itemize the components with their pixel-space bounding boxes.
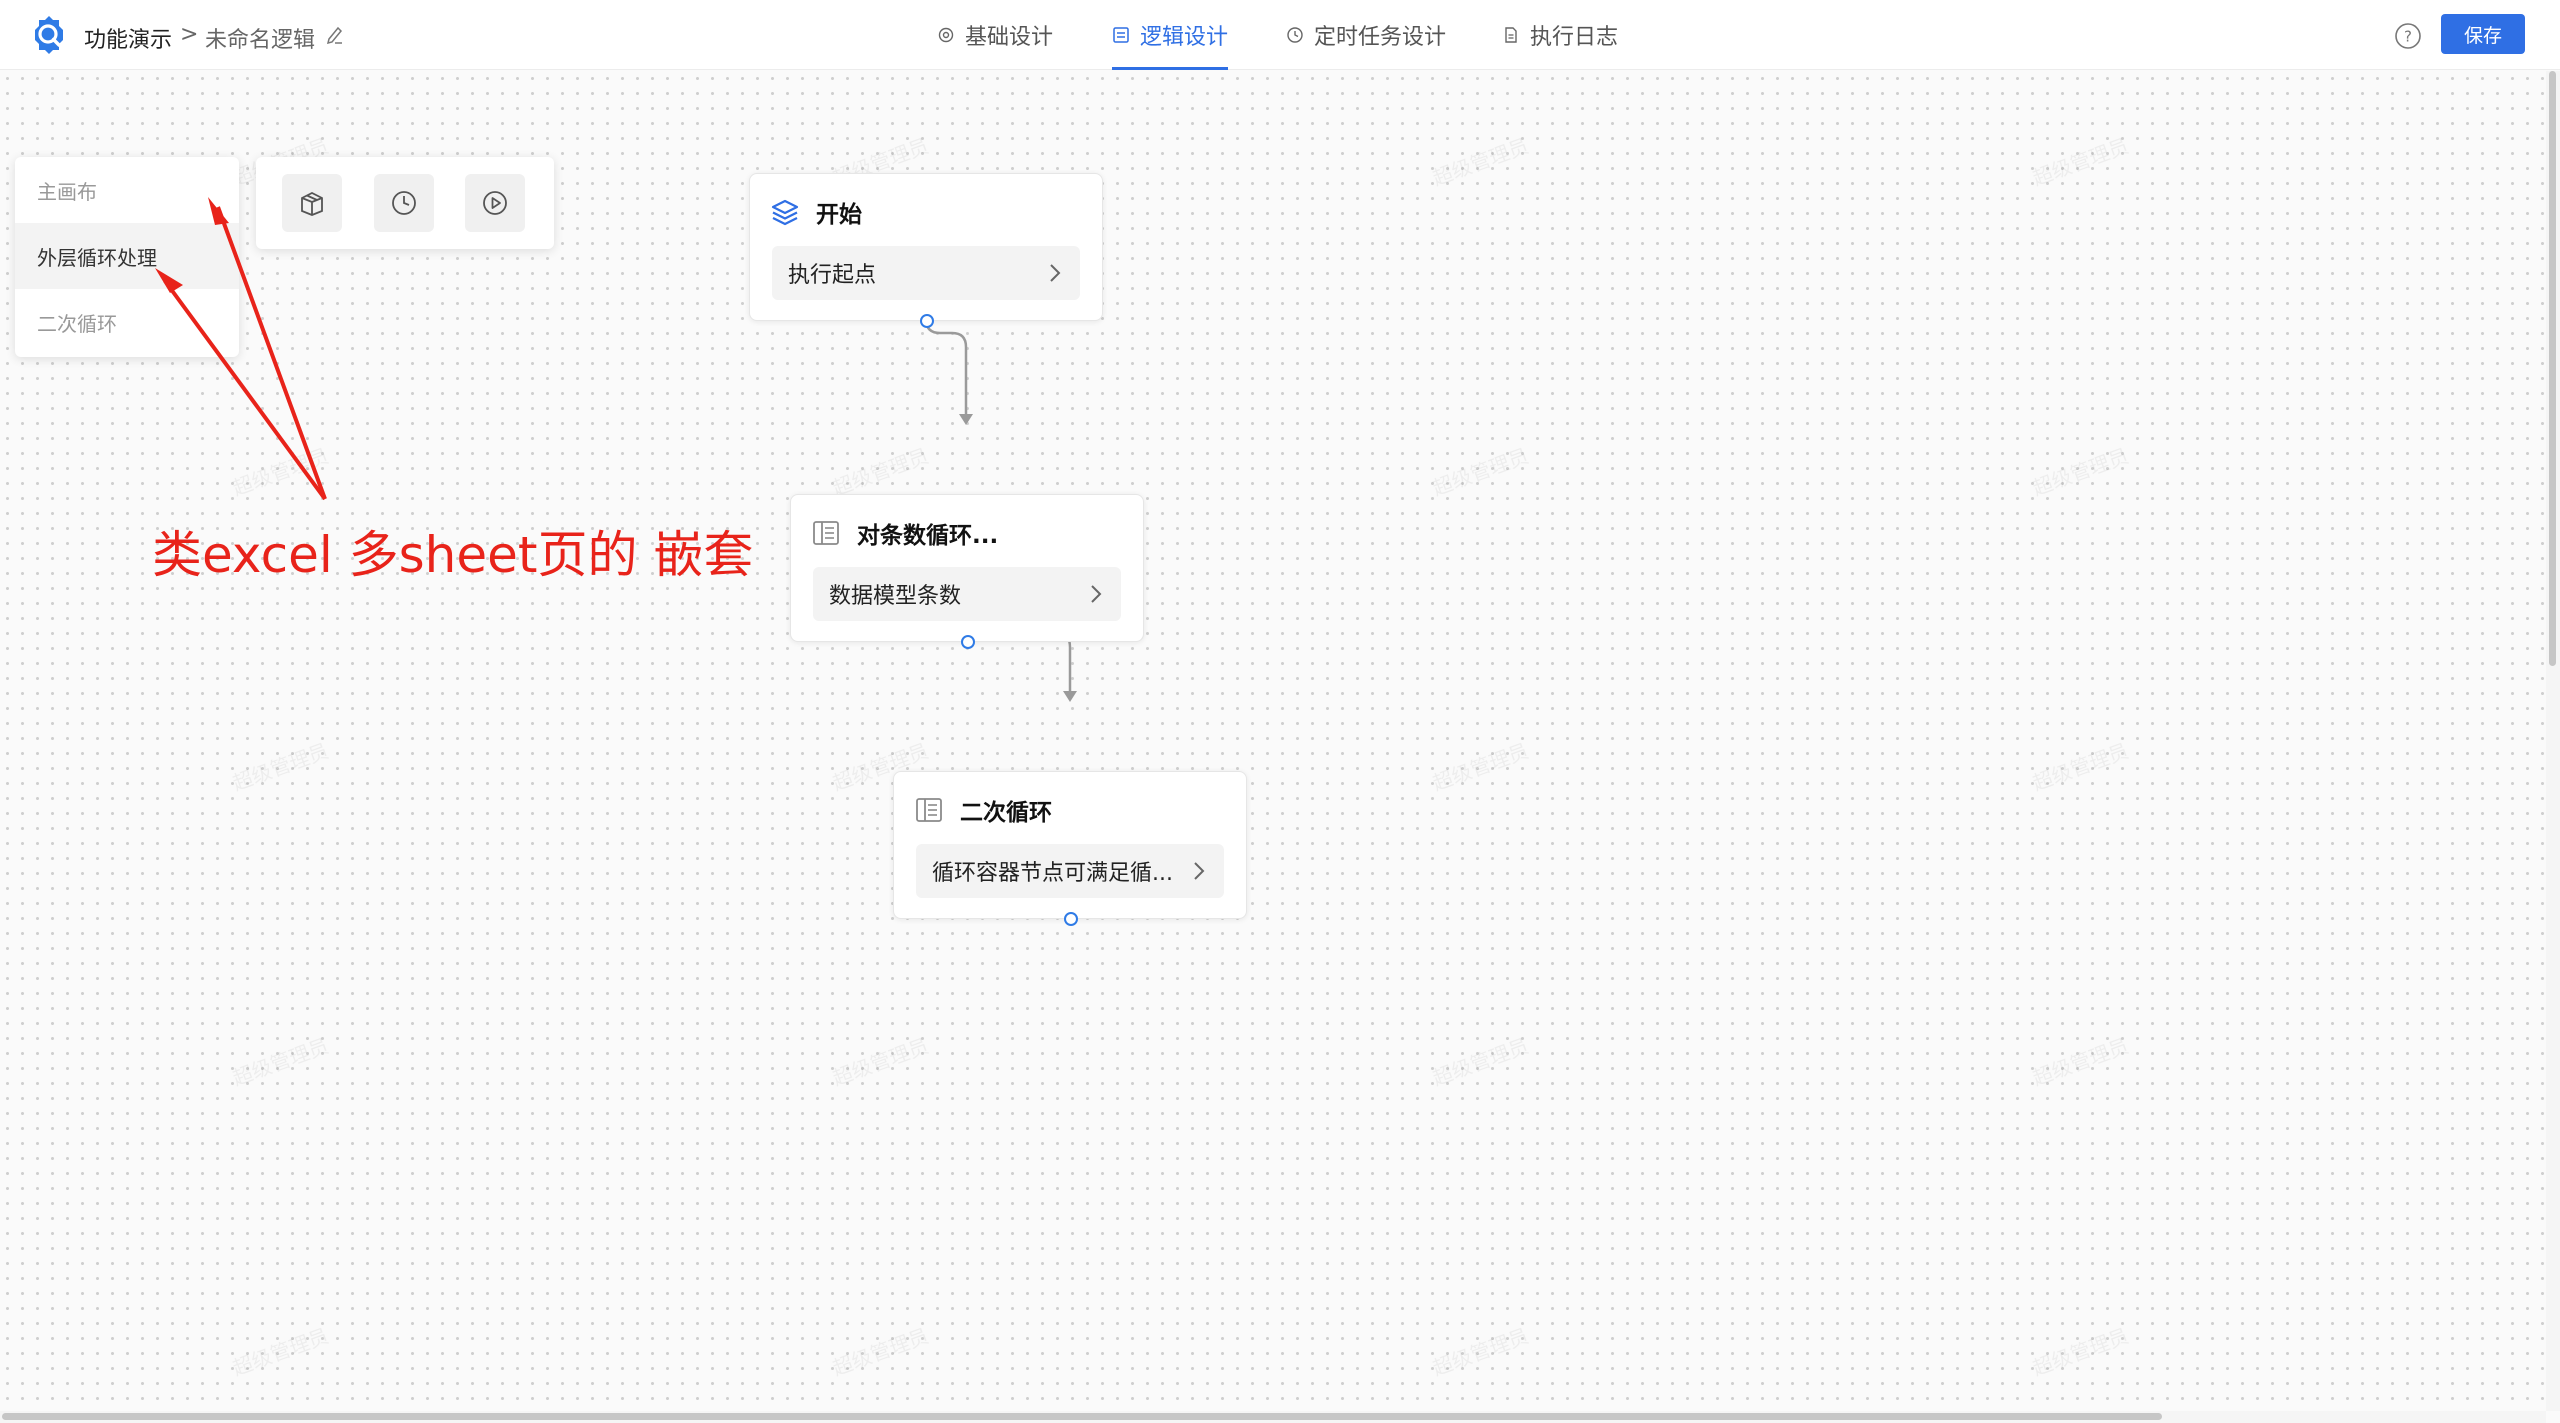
watermark: 超级管理员 bbox=[229, 1323, 332, 1381]
sheet-item-second-loop[interactable]: 二次循环 bbox=[15, 289, 239, 355]
run-tool-button[interactable] bbox=[465, 174, 525, 232]
watermark: 超级管理员 bbox=[2029, 443, 2132, 501]
node-body-label: 执行起点 bbox=[788, 263, 877, 288]
watermark: 超级管理员 bbox=[2029, 1033, 2132, 1091]
tab-timer-label: 定时任务设计 bbox=[1314, 25, 1447, 50]
node-title: 对条数循环... bbox=[857, 523, 999, 549]
horizontal-scrollbar[interactable] bbox=[0, 1411, 2546, 1423]
node-header: 二次循环 bbox=[914, 794, 1052, 826]
package-icon bbox=[301, 191, 323, 216]
edit-pen-icon[interactable] bbox=[325, 24, 345, 44]
clock-icon bbox=[392, 191, 416, 215]
timer-tool-button[interactable] bbox=[374, 174, 434, 232]
node-header: 开始 bbox=[770, 196, 862, 228]
tab-log-label: 执行日志 bbox=[1530, 25, 1619, 50]
node-body-label: 数据模型条数 bbox=[829, 584, 962, 609]
arrow-head bbox=[959, 414, 973, 425]
gear-icon bbox=[938, 27, 954, 43]
horizontal-scrollbar-thumb[interactable] bbox=[2, 1413, 2162, 1420]
node-title: 开始 bbox=[816, 202, 862, 228]
tab-basic-design[interactable]: 基础设计 bbox=[937, 0, 1053, 70]
breadcrumb-separator: > bbox=[180, 22, 199, 47]
package-tool-button[interactable] bbox=[282, 174, 342, 232]
arrow-head bbox=[1063, 691, 1077, 702]
tab-basic-label: 基础设计 bbox=[965, 25, 1054, 50]
layers-icon bbox=[771, 199, 799, 226]
annotation-text: 类excel 多sheet页的 嵌套 bbox=[152, 526, 754, 584]
play-icon bbox=[483, 191, 507, 215]
tab-logic-label: 逻辑设计 bbox=[1140, 25, 1229, 50]
watermark: 超级管理员 bbox=[1429, 1033, 1532, 1091]
tab-execution-log[interactable]: 执行日志 bbox=[1502, 0, 1618, 70]
tab-scheduled-task-design[interactable]: 定时任务设计 bbox=[1286, 0, 1446, 70]
flow-node-start[interactable]: 开始 执行起点 bbox=[749, 173, 1103, 328]
vertical-scrollbar-thumb[interactable] bbox=[2549, 71, 2556, 666]
watermark: 超级管理员 bbox=[229, 1033, 332, 1091]
chevron-right-icon bbox=[1194, 862, 1205, 880]
app-root: 功能演示 > 未命名逻辑 基础设计 逻辑设计 定时任务设计 执行日志 ? 保存 … bbox=[0, 0, 2560, 1423]
clock-icon bbox=[1287, 27, 1303, 43]
breadcrumb-app[interactable]: 功能演示 bbox=[84, 22, 172, 54]
tool-panel bbox=[256, 157, 554, 249]
sheet-item-outer-loop[interactable]: 外层循环处理 bbox=[15, 223, 239, 289]
output-port[interactable] bbox=[961, 635, 975, 649]
node-config-row[interactable]: 执行起点 bbox=[772, 246, 1080, 300]
watermark: 超级管理员 bbox=[2029, 738, 2132, 796]
watermark: 超级管理员 bbox=[1429, 738, 1532, 796]
save-button[interactable]: 保存 bbox=[2441, 14, 2525, 54]
watermark: 超级管理员 bbox=[2029, 1323, 2132, 1381]
table-icon bbox=[813, 521, 839, 545]
table-icon bbox=[916, 798, 942, 822]
watermark: 超级管理员 bbox=[2029, 133, 2132, 191]
sheet-item-main-canvas[interactable]: 主画布 bbox=[15, 157, 239, 223]
layout-icon bbox=[1113, 27, 1129, 43]
svg-text:?: ? bbox=[2404, 28, 2412, 46]
vertical-scrollbar[interactable] bbox=[2546, 71, 2560, 1411]
watermark: 超级管理员 bbox=[829, 1033, 932, 1091]
flow-canvas[interactable]: 超级管理员 超级管理员 超级管理员 超级管理员 超级管理员 超级管理员 超级管理… bbox=[0, 71, 2546, 1411]
watermark: 超级管理员 bbox=[1429, 133, 1532, 191]
flow-node-record-loop[interactable]: 对条数循环... 数据模型条数 bbox=[790, 494, 1144, 649]
flow-node-second-loop[interactable]: 二次循环 循环容器节点可满足循... bbox=[893, 771, 1247, 926]
output-port[interactable] bbox=[920, 314, 934, 328]
flow-connectors bbox=[924, 249, 1077, 702]
help-icon[interactable]: ? bbox=[2394, 22, 2422, 50]
watermark: 超级管理员 bbox=[829, 1323, 932, 1381]
annotation-arrows bbox=[155, 197, 327, 501]
node-config-row[interactable]: 数据模型条数 bbox=[813, 567, 1121, 621]
node-title: 二次循环 bbox=[960, 800, 1052, 826]
watermark: 超级管理员 bbox=[1429, 1323, 1532, 1381]
node-body-label: 循环容器节点可满足循... bbox=[932, 861, 1173, 886]
breadcrumb-doc-name: 未命名逻辑 bbox=[205, 28, 316, 53]
tab-logic-design[interactable]: 逻辑设计 bbox=[1112, 0, 1229, 70]
top-header: 功能演示 > 未命名逻辑 基础设计 逻辑设计 定时任务设计 执行日志 ? 保存 bbox=[0, 0, 2560, 70]
output-port[interactable] bbox=[1064, 912, 1078, 926]
watermark: 超级管理员 bbox=[229, 738, 332, 796]
watermark: 超级管理员 bbox=[229, 443, 332, 501]
chevron-right-icon bbox=[1091, 585, 1102, 603]
watermark: 超级管理员 bbox=[1429, 443, 1532, 501]
node-config-row[interactable]: 循环容器节点可满足循... bbox=[916, 844, 1224, 898]
sheet-panel: 主画布 外层循环处理 二次循环 bbox=[15, 157, 239, 357]
chevron-right-icon bbox=[1050, 264, 1061, 282]
watermark: 超级管理员 bbox=[829, 443, 932, 501]
app-logo-icon[interactable] bbox=[28, 14, 70, 56]
document-icon bbox=[1505, 27, 1517, 43]
node-header: 对条数循环... bbox=[811, 517, 998, 549]
